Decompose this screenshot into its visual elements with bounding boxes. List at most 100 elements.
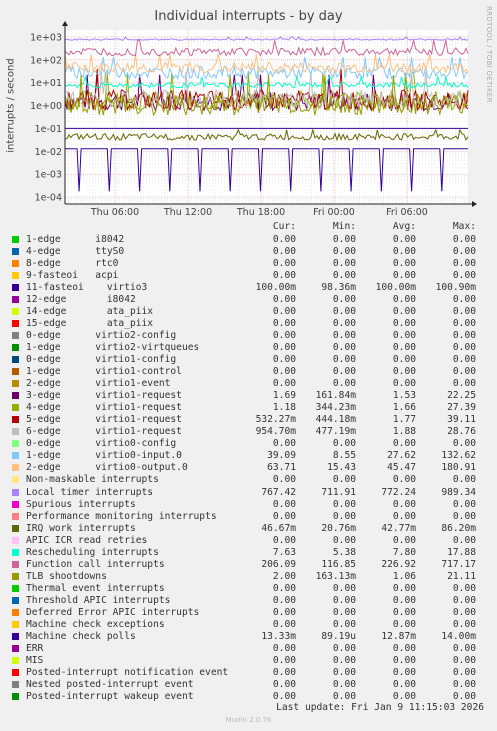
legend-avg-value: 0.00	[392, 317, 416, 329]
legend-swatch	[12, 512, 19, 520]
legend-series-name: Local timer interrupts	[26, 486, 154, 498]
legend-swatch	[12, 488, 19, 496]
legend-row: Rescheduling interrupts 7.63 5.38 7.80 17.88	[12, 546, 476, 558]
legend-series-name: 6-edge virtio1-request	[26, 426, 182, 438]
legend-min-value: 0.00	[332, 245, 356, 257]
legend-max-value: 0.00	[452, 317, 476, 329]
legend-max-value: 0.00	[452, 474, 476, 486]
legend-cur-value: 767.42	[261, 486, 296, 498]
legend-avg-value: 0.00	[392, 341, 416, 353]
legend-cur-value: 532.27m	[255, 414, 296, 426]
legend-min-value: 444.18m	[315, 414, 356, 426]
legend-avg-value: 772.24	[381, 486, 416, 498]
munin-version: Munin 2.0.76	[225, 716, 272, 724]
legend-swatch	[12, 428, 19, 436]
legend-avg-value: 0.00	[392, 606, 416, 618]
legend-avg-value: 0.00	[392, 366, 416, 378]
legend-avg-value: 12.87m	[381, 631, 416, 643]
legend-row: Non-maskable interrupts 0.00 0.00 0.00 0.00	[12, 474, 476, 486]
legend-avg-value: 0.00	[392, 245, 416, 257]
legend-series-name: Non-maskable interrupts	[26, 474, 159, 486]
legend-max-value: 0.00	[452, 341, 476, 353]
legend-swatch	[12, 560, 19, 568]
legend-swatch	[12, 331, 19, 339]
legend-avg-value: 226.92	[381, 558, 416, 570]
legend-row: 0-edge virtio2-config 0.00 0.00 0.00 0.00	[12, 329, 476, 341]
legend-min-value: 477.19m	[315, 426, 356, 438]
legend-cur-value: 0.00	[272, 534, 296, 546]
legend-min-value: 0.00	[332, 643, 356, 655]
legend-max-value: 0.00	[452, 667, 476, 679]
legend-avg-value: 45.47	[387, 462, 416, 474]
legend-cur-value: 0.00	[272, 317, 296, 329]
legend-swatch	[12, 343, 19, 351]
legend-series-name: Posted-interrupt wakeup event	[26, 691, 194, 703]
y-tick-label: 1e+01	[30, 78, 62, 89]
legend-max-value: 0.00	[452, 329, 476, 341]
legend-swatch	[12, 368, 19, 376]
legend-min-value: 0.00	[332, 691, 356, 703]
legend-swatch	[12, 416, 19, 424]
legend-series-name: 1-edge i8042	[26, 233, 125, 245]
legend-series-name: 1-edge virtio1-control	[26, 366, 182, 378]
legend-avg-value: 0.00	[392, 643, 416, 655]
legend-cur-value: 0.00	[272, 341, 296, 353]
legend-cur-value: 0.00	[272, 594, 296, 606]
legend-min-value: 5.38	[332, 546, 356, 558]
legend-swatch	[12, 355, 19, 363]
legend-swatch	[12, 536, 19, 544]
legend-avg-value: 1.66	[392, 402, 416, 414]
legend-max-value: 0.00	[452, 353, 476, 365]
legend-cur-value: 1.69	[272, 390, 296, 402]
legend-min-value: 0.00	[332, 269, 356, 281]
legend-min-value: 20.76m	[321, 522, 356, 534]
legend-series-name: Thermal event interrupts	[26, 582, 165, 594]
legend-series-name: 8-edge rtc0	[26, 257, 119, 269]
legend-row: 1-edge virtio1-control 0.00 0.00 0.00 0.00	[12, 366, 476, 378]
legend-max-value: 0.00	[452, 305, 476, 317]
legend-avg-value: 0.00	[392, 594, 416, 606]
legend-avg-value: 0.00	[392, 582, 416, 594]
legend-min-value: 161.84m	[315, 390, 356, 402]
legend-swatch	[12, 392, 19, 400]
legend-row: Machine check polls 13.33m 89.19u 12.87m 14.…	[12, 631, 476, 643]
legend-swatch	[12, 596, 19, 604]
legend-row: 1-edge virtio2-virtqueues 0.00 0.00 0.00 0.0…	[12, 341, 476, 353]
legend-max-value: 0.00	[452, 594, 476, 606]
legend-swatch	[12, 476, 19, 484]
legend-series-name: Posted-interrupt notification event	[26, 667, 229, 679]
legend-row: 15-edge ata_piix 0.00 0.00 0.00 0.00	[12, 317, 476, 329]
legend-avg-value: 27.62	[387, 450, 416, 462]
legend-max-value: 14.00m	[441, 631, 476, 643]
legend-min-value: 0.00	[332, 317, 356, 329]
legend-max-value: 0.00	[452, 691, 476, 703]
header-cur: Cur:	[272, 221, 296, 232]
legend-row: 4-edge virtio1-request 1.18 344.23m 1.66 27.…	[12, 402, 476, 414]
legend-cur-value: 7.63	[272, 546, 296, 558]
legend-cur-value: 0.00	[272, 305, 296, 317]
legend-min-value: 0.00	[332, 679, 356, 691]
legend-swatch	[12, 608, 19, 616]
legend-min-value: 344.23m	[315, 402, 356, 414]
legend-cur-value: 0.00	[272, 366, 296, 378]
legend-avg-value: 0.00	[392, 305, 416, 317]
legend-row: 11-fasteoi virtio3 100.00m 98.36m 100.00m 10…	[12, 281, 476, 293]
y-tick-label: 1e-03	[35, 170, 62, 181]
legend-cur-value: 0.00	[272, 329, 296, 341]
legend-max-value: 0.00	[452, 498, 476, 510]
legend-swatch	[12, 319, 19, 327]
legend-avg-value: 0.00	[392, 474, 416, 486]
legend-max-value: 132.62	[441, 450, 476, 462]
legend-row: 9-fasteoi acpi 0.00 0.00 0.00 0.00	[12, 269, 476, 281]
header-avg: Avg:	[392, 221, 416, 232]
legend-row: Deferred Error APIC interrupts 0.00 0.00 0.…	[12, 606, 476, 618]
legend-avg-value: 1.88	[392, 426, 416, 438]
legend-min-value: 0.00	[332, 233, 356, 245]
legend-swatch	[12, 259, 19, 267]
legend-max-value: 0.00	[452, 233, 476, 245]
legend-min-value: 711.91	[321, 486, 356, 498]
legend-max-value: 0.00	[452, 619, 476, 631]
legend-avg-value: 1.06	[392, 570, 416, 582]
legend-series-name: Machine check polls	[26, 631, 136, 643]
y-axis-arrow	[62, 21, 68, 26]
